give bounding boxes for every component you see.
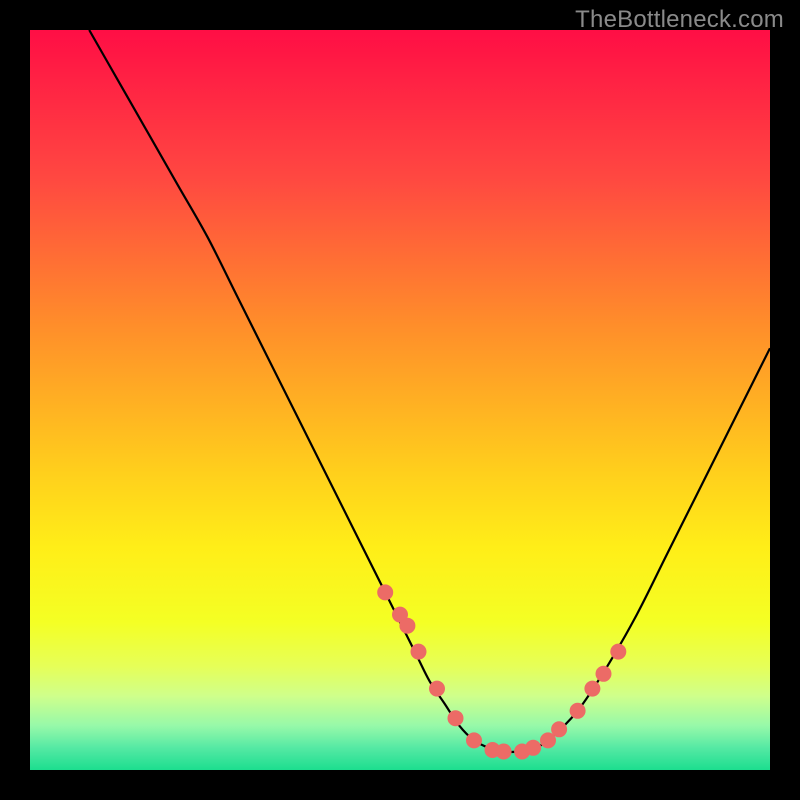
curve-marker — [541, 733, 556, 748]
chart-container: TheBottleneck.com — [0, 0, 800, 800]
chart-svg — [30, 30, 770, 770]
gradient-background — [30, 30, 770, 770]
curve-marker — [400, 618, 415, 633]
curve-marker — [448, 711, 463, 726]
curve-marker — [467, 733, 482, 748]
curve-marker — [526, 740, 541, 755]
curve-marker — [585, 681, 600, 696]
curve-marker — [411, 644, 426, 659]
plot-area — [30, 30, 770, 770]
curve-marker — [552, 722, 567, 737]
curve-marker — [430, 681, 445, 696]
curve-marker — [611, 644, 626, 659]
curve-marker — [596, 666, 611, 681]
curve-marker — [378, 585, 393, 600]
curve-marker — [570, 703, 585, 718]
curve-marker — [496, 744, 511, 759]
